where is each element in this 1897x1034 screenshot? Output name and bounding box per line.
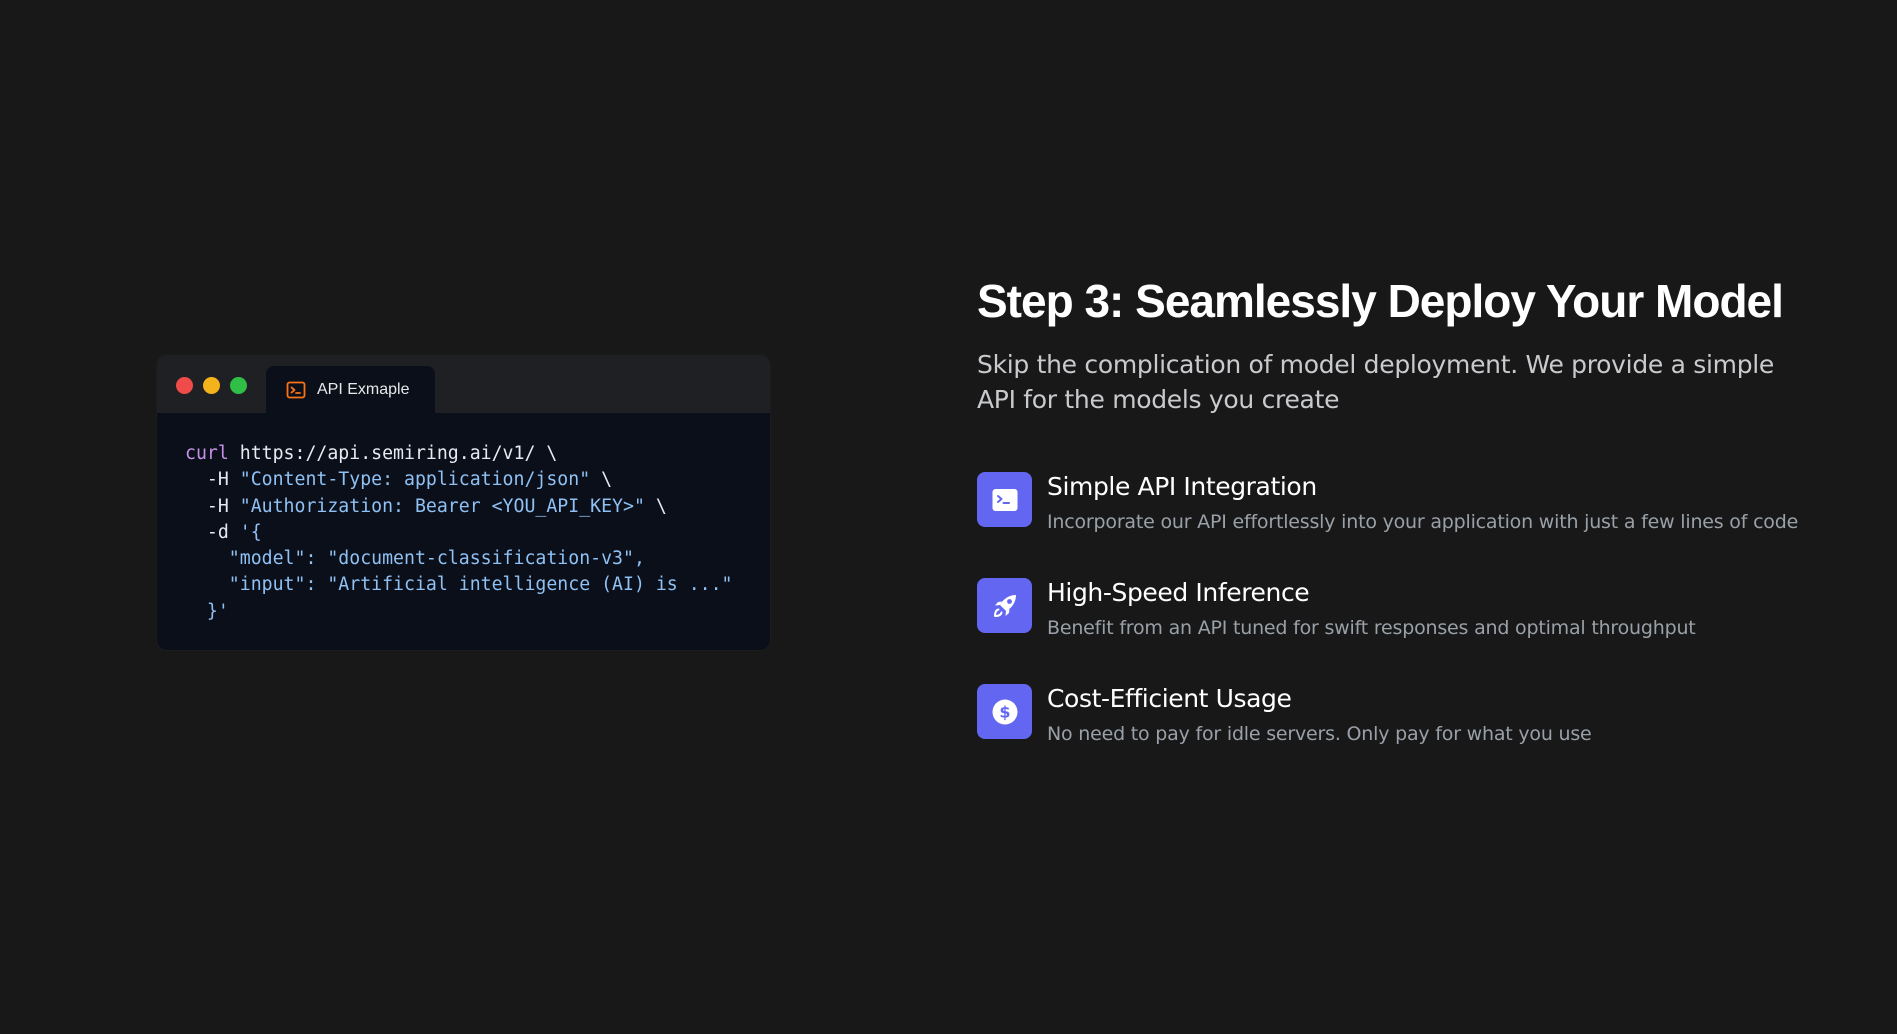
- code-line: "model": "document-classification-v3",: [185, 546, 742, 572]
- feature-description: Benefit from an API tuned for swift resp…: [1047, 617, 1696, 639]
- code-window: API Exmaple curl https://api.semiring.ai…: [157, 355, 770, 650]
- deploy-section: Step 3: Seamlessly Deploy Your Model Ski…: [977, 270, 1837, 794]
- code-token: \: [644, 495, 667, 517]
- minimize-window-button[interactable]: [203, 377, 220, 394]
- code-token: "Content-Type: application/json": [239, 469, 591, 491]
- terminal-icon: [286, 380, 306, 400]
- code-line: -H "Content-Type: application/json" \: [185, 467, 742, 493]
- tab-label: API Exmaple: [317, 380, 410, 398]
- svg-text:$: $: [999, 702, 1010, 721]
- feature-title: High-Speed Inference: [1047, 578, 1310, 607]
- code-line: "input": "Artificial intelligence (AI) i…: [185, 572, 742, 598]
- rocket-icon: [977, 578, 1032, 633]
- code-token: "model": "document-classification-v3",: [185, 548, 645, 570]
- code-line: -d '{: [185, 520, 742, 546]
- section-title: Step 3: Seamlessly Deploy Your Model: [977, 275, 1784, 327]
- section-subtitle: Skip the complication of model deploymen…: [977, 350, 1775, 414]
- code-token: -H: [185, 469, 240, 491]
- feature-description: Incorporate our API effortlessly into yo…: [1047, 511, 1799, 533]
- code-line: -H "Authorization: Bearer <YOU_API_KEY>"…: [185, 494, 742, 520]
- maximize-window-button[interactable]: [230, 377, 247, 394]
- feature-item-simple-api: Simple API Integration Incorporate our A…: [977, 472, 1837, 533]
- terminal-icon: [977, 472, 1032, 527]
- code-token: https://api.semiring.ai/v1/ \: [228, 443, 558, 464]
- code-token: -H: [185, 495, 240, 517]
- feature-item-high-speed: High-Speed Inference Benefit from an API…: [977, 578, 1837, 639]
- code-token: '{: [239, 521, 262, 543]
- code-line: curl https://api.semiring.ai/v1/ \: [185, 441, 742, 467]
- feature-title: Simple API Integration: [1047, 472, 1317, 501]
- feature-item-cost-efficient: $ Cost-Efficient Usage No need to pay fo…: [977, 684, 1837, 745]
- code-token: \: [590, 469, 613, 491]
- code-block: curl https://api.semiring.ai/v1/ \ -H "C…: [157, 413, 770, 625]
- dollar-icon: $: [977, 684, 1032, 739]
- feature-title: Cost-Efficient Usage: [1047, 684, 1292, 713]
- code-token: -d: [185, 521, 240, 543]
- code-token: }': [185, 600, 229, 622]
- code-token: "input": "Artificial intelligence (AI) i…: [185, 574, 733, 596]
- close-window-button[interactable]: [176, 377, 193, 394]
- tab-api-example[interactable]: API Exmaple: [266, 366, 435, 413]
- code-token: "Authorization: Bearer <YOU_API_KEY>": [239, 495, 645, 517]
- traffic-lights: [176, 377, 247, 394]
- page: API Exmaple curl https://api.semiring.ai…: [0, 0, 1897, 1034]
- code-line: }': [185, 599, 742, 625]
- feature-list: Simple API Integration Incorporate our A…: [977, 472, 1837, 745]
- feature-description: No need to pay for idle servers. Only pa…: [1047, 723, 1592, 745]
- code-token: curl: [185, 443, 229, 464]
- window-title-bar: API Exmaple: [157, 355, 770, 413]
